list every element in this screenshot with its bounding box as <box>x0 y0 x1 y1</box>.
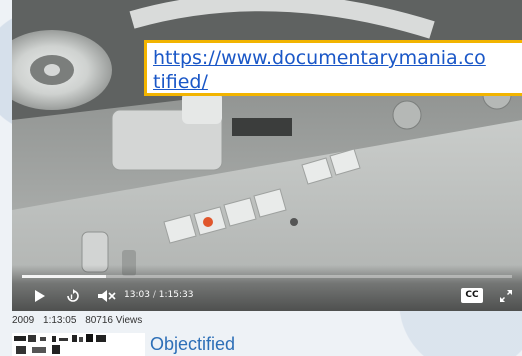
url-overlay-line-2[interactable]: tified/ <box>153 70 522 93</box>
url-overlay: https://www.documentarymania.co tified/ <box>144 40 522 96</box>
duration: 1:15:33 <box>158 290 194 300</box>
progress-bar[interactable] <box>22 275 512 278</box>
thumbnail-image <box>12 333 145 356</box>
skip-back-button[interactable] <box>64 287 82 305</box>
video-length: 1:13:05 <box>43 315 77 326</box>
captions-button[interactable]: CC <box>461 288 483 303</box>
related-title-link[interactable]: Objectified <box>150 334 235 355</box>
video-year: 2009 <box>12 315 35 326</box>
current-time: 13:03 <box>124 290 150 300</box>
video-views: 80716 Views <box>85 315 143 326</box>
play-icon <box>35 290 45 302</box>
time-separator: / <box>152 290 156 300</box>
progress-fill <box>22 275 107 278</box>
related-thumbnail[interactable] <box>12 333 145 356</box>
time-readout: 13:03 / 1:15:33 <box>124 290 193 300</box>
fullscreen-button[interactable] <box>498 287 514 305</box>
volume-button[interactable] <box>96 287 118 305</box>
player-controls: 13:03 / 1:15:33 CC <box>12 265 522 311</box>
video-meta: 2009 1:13:05 80716 Views <box>12 315 148 326</box>
play-button[interactable] <box>32 287 48 305</box>
video-player[interactable]: https://www.documentarymania.co tified/ <box>12 0 522 311</box>
skip-back-icon <box>67 289 79 302</box>
fullscreen-icon <box>500 290 512 302</box>
volume-muted-icon <box>98 290 116 302</box>
url-overlay-line-1[interactable]: https://www.documentarymania.co <box>153 46 522 70</box>
